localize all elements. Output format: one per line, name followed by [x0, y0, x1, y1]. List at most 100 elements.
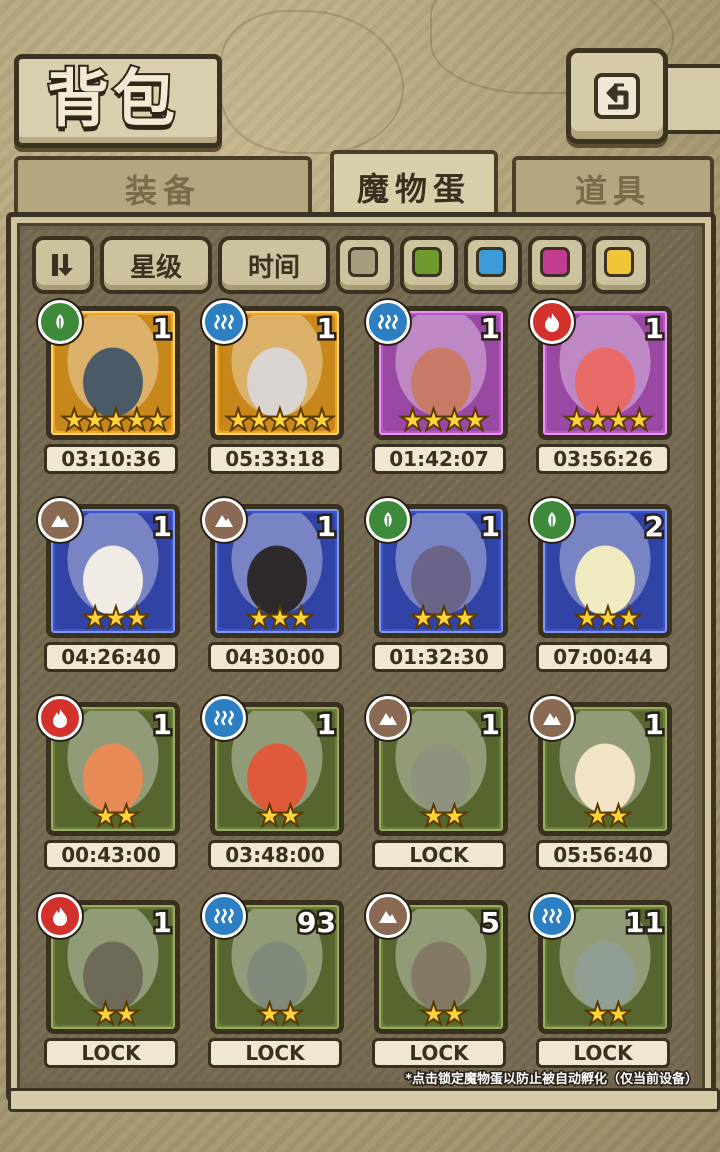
nature-element-icon: [38, 300, 82, 344]
swatch-color: [476, 247, 506, 277]
egg-count: 1: [478, 310, 503, 348]
egg-count: 1: [478, 508, 503, 546]
filter-color-purple[interactable]: [528, 236, 586, 294]
hatch-timer: 01:42:07: [372, 444, 506, 474]
hatch-timer: 05:33:18: [208, 444, 342, 474]
egg-count: 1: [642, 310, 667, 348]
earth-element-icon: [530, 696, 574, 740]
star-rating: ★★: [583, 997, 633, 1032]
swatch-color: [348, 247, 378, 277]
egg-card[interactable]: 1 ★★ LOCK: [38, 894, 180, 1072]
star-rating: ★★: [255, 799, 305, 834]
egg-count: 1: [150, 706, 175, 744]
panel-bottom-bar: [8, 1088, 720, 1112]
water-element-icon: [530, 894, 574, 938]
earth-element-icon: [366, 696, 410, 740]
egg-card[interactable]: 1 ★★★★★ 05:33:18: [202, 300, 344, 478]
tab-label: 魔物蛋: [356, 170, 471, 208]
hatch-timer: 03:10:36: [44, 444, 178, 474]
tab-items[interactable]: 道具: [512, 156, 714, 218]
egg-count: 5: [478, 904, 503, 942]
earth-element-icon: [366, 894, 410, 938]
hatch-timer: 01:32:30: [372, 642, 506, 672]
egg-count: 1: [314, 508, 339, 546]
filter-color-gray[interactable]: [336, 236, 394, 294]
tab-equipment[interactable]: 装备: [14, 156, 312, 218]
egg-count: 93: [295, 904, 339, 942]
lock-button[interactable]: LOCK: [208, 1038, 342, 1068]
egg-count: 1: [314, 310, 339, 348]
lock-button[interactable]: LOCK: [536, 1038, 670, 1068]
lock-button[interactable]: LOCK: [372, 1038, 506, 1068]
page-title: 背包: [45, 60, 179, 137]
filter-color-blue[interactable]: [464, 236, 522, 294]
filter-color-green[interactable]: [400, 236, 458, 294]
egg-card[interactable]: 1 ★★ 03:48:00: [202, 696, 344, 874]
egg-card[interactable]: 5 ★★ LOCK: [366, 894, 508, 1072]
sort-toggle-icon: [52, 254, 73, 276]
fire-element-icon: [38, 894, 82, 938]
egg-card[interactable]: 1 ★★★★★ 03:10:36: [38, 300, 180, 478]
sort-toggle-button[interactable]: [32, 236, 94, 294]
egg-card[interactable]: 1 ★★ LOCK: [366, 696, 508, 874]
sort-by-time-label: 时间: [247, 252, 300, 283]
water-element-icon: [202, 300, 246, 344]
star-rating: ★★★: [409, 601, 480, 636]
egg-count: 2: [642, 508, 667, 546]
egg-count: 1: [642, 706, 667, 744]
sort-by-time-button[interactable]: 时间: [218, 236, 330, 294]
fire-element-icon: [530, 300, 574, 344]
star-rating: ★★: [583, 799, 633, 834]
egg-count: 1: [314, 706, 339, 744]
star-rating: ★★: [255, 997, 305, 1032]
star-rating: ★★: [419, 799, 469, 834]
sort-by-star-label: 星级: [129, 252, 182, 283]
star-rating: ★★★: [81, 601, 152, 636]
swatch-color: [604, 247, 634, 277]
hatch-timer: 05:56:40: [536, 840, 670, 870]
egg-card[interactable]: 1 ★★★ 04:26:40: [38, 498, 180, 676]
hatch-timer: 03:48:00: [208, 840, 342, 870]
egg-count: 1: [150, 508, 175, 546]
water-element-icon: [202, 894, 246, 938]
earth-element-icon: [202, 498, 246, 542]
back-arrow-icon: [594, 73, 640, 119]
star-rating: ★★★★★: [60, 403, 172, 438]
nature-element-icon: [366, 498, 410, 542]
star-rating: ★★: [419, 997, 469, 1032]
lock-button[interactable]: LOCK: [44, 1038, 178, 1068]
water-element-icon: [366, 300, 410, 344]
egg-card[interactable]: 2 ★★★ 07:00:44: [530, 498, 672, 676]
hatch-timer: 00:43:00: [44, 840, 178, 870]
egg-count: 11: [623, 904, 667, 942]
star-rating: ★★★: [245, 601, 316, 636]
star-rating: ★★★★★: [224, 403, 336, 438]
lock-hint-footnote: *点击锁定魔物蛋以防止被自动孵化（仅当前设备）: [404, 1071, 700, 1089]
egg-count: 1: [478, 706, 503, 744]
lock-button[interactable]: LOCK: [372, 840, 506, 870]
egg-card[interactable]: 93 ★★ LOCK: [202, 894, 344, 1072]
tab-label: 装备: [124, 172, 201, 210]
egg-card[interactable]: 1 ★★ 05:56:40: [530, 696, 672, 874]
egg-card[interactable]: 11 ★★ LOCK: [530, 894, 672, 1072]
egg-card[interactable]: 1 ★★★ 01:32:30: [366, 498, 508, 676]
star-rating: ★★: [91, 997, 141, 1032]
egg-card[interactable]: 1 ★★★★ 01:42:07: [366, 300, 508, 478]
fire-element-icon: [38, 696, 82, 740]
star-rating: ★★★★: [398, 403, 490, 438]
header-strip: [660, 64, 720, 134]
star-rating: ★★: [91, 799, 141, 834]
egg-card[interactable]: 1 ★★★★ 03:56:26: [530, 300, 672, 478]
egg-card[interactable]: 1 ★★ 00:43:00: [38, 696, 180, 874]
star-rating: ★★★: [573, 601, 644, 636]
egg-count: 1: [150, 904, 175, 942]
egg-card[interactable]: 1 ★★★ 04:30:00: [202, 498, 344, 676]
sort-by-star-button[interactable]: 星级: [100, 236, 212, 294]
swatch-color: [412, 247, 442, 277]
tab-monster-eggs[interactable]: 魔物蛋: [330, 150, 498, 220]
nature-element-icon: [530, 498, 574, 542]
back-button[interactable]: [566, 48, 668, 144]
tab-label: 道具: [574, 172, 651, 210]
filter-color-gold[interactable]: [592, 236, 650, 294]
earth-element-icon: [38, 498, 82, 542]
